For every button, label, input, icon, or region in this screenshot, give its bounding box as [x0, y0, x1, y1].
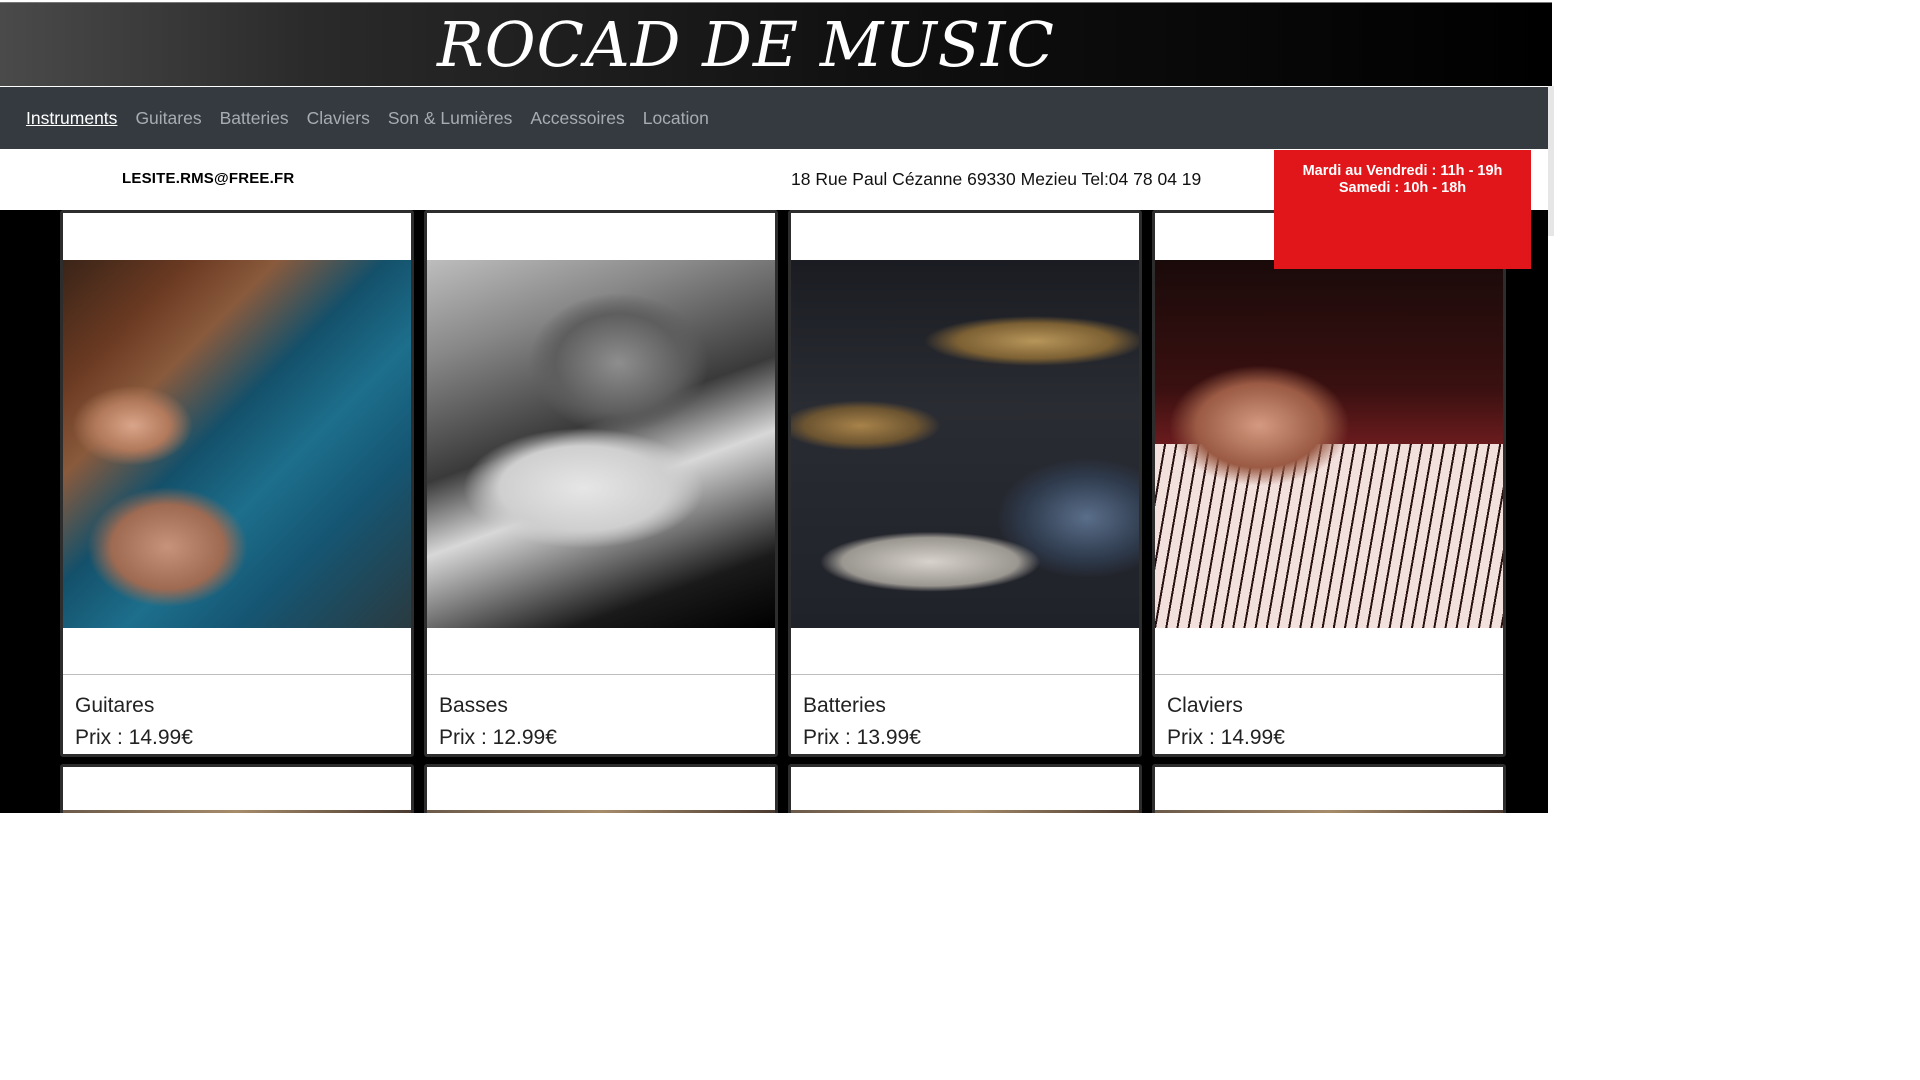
product-price: Prix : 13.99€	[803, 726, 921, 749]
hours-weekday: Mardi au Vendredi : 11h - 19h	[1302, 163, 1503, 179]
site-title: ROCAD DE MUSIC	[437, 7, 1055, 81]
main-nav: Instruments Guitares Batteries Claviers …	[0, 87, 1548, 149]
product-card-batteries[interactable]: Batteries Prix : 13.99€	[788, 210, 1142, 757]
product-card-row2[interactable]	[1152, 764, 1506, 813]
hours-saturday: Samedi : 10h - 18h	[1338, 180, 1467, 196]
product-card-row2[interactable]	[60, 764, 414, 813]
nav-batteries[interactable]: Batteries	[220, 108, 289, 129]
nav-instruments[interactable]: Instruments	[26, 108, 117, 129]
store-address: 18 Rue Paul Cézanne 69330 Mezieu Tel:04 …	[791, 169, 1202, 189]
site-header: ROCAD DE MUSIC	[0, 2, 1552, 86]
opening-hours-badge: Mardi au Vendredi : 11h - 19h Samedi : 1…	[1274, 150, 1531, 269]
product-price: Prix : 14.99€	[1167, 726, 1285, 749]
nav-son-lumieres[interactable]: Son & Lumières	[388, 108, 513, 129]
product-card-guitares[interactable]: Guitares Prix : 14.99€	[60, 210, 414, 757]
product-card-row2[interactable]	[424, 764, 778, 813]
product-card-basses[interactable]: Basses Prix : 12.99€	[424, 210, 778, 757]
bass-guitar-image[interactable]	[427, 260, 775, 628]
products-grid: Guitares Prix : 14.99€ Basses Prix : 12.…	[0, 210, 1548, 813]
product-title: Guitares	[75, 694, 155, 717]
nav-location[interactable]: Location	[643, 108, 709, 129]
scrollbar[interactable]	[1548, 86, 1554, 236]
contact-email[interactable]: LESITE.RMS@FREE.FR	[122, 170, 294, 187]
keyboard-image[interactable]	[1155, 260, 1503, 628]
product-title: Basses	[439, 694, 508, 717]
product-title: Batteries	[803, 694, 886, 717]
product-price: Prix : 12.99€	[439, 726, 557, 749]
drum-kit-image[interactable]	[791, 260, 1139, 628]
nav-claviers[interactable]: Claviers	[307, 108, 370, 129]
nav-accessoires[interactable]: Accessoires	[530, 108, 624, 129]
product-title: Claviers	[1167, 694, 1243, 717]
nav-guitares[interactable]: Guitares	[135, 108, 201, 129]
product-card-claviers[interactable]: Claviers Prix : 14.99€	[1152, 210, 1506, 757]
product-card-row2[interactable]	[788, 764, 1142, 813]
product-price: Prix : 14.99€	[75, 726, 193, 749]
electric-guitar-image[interactable]	[63, 260, 411, 628]
